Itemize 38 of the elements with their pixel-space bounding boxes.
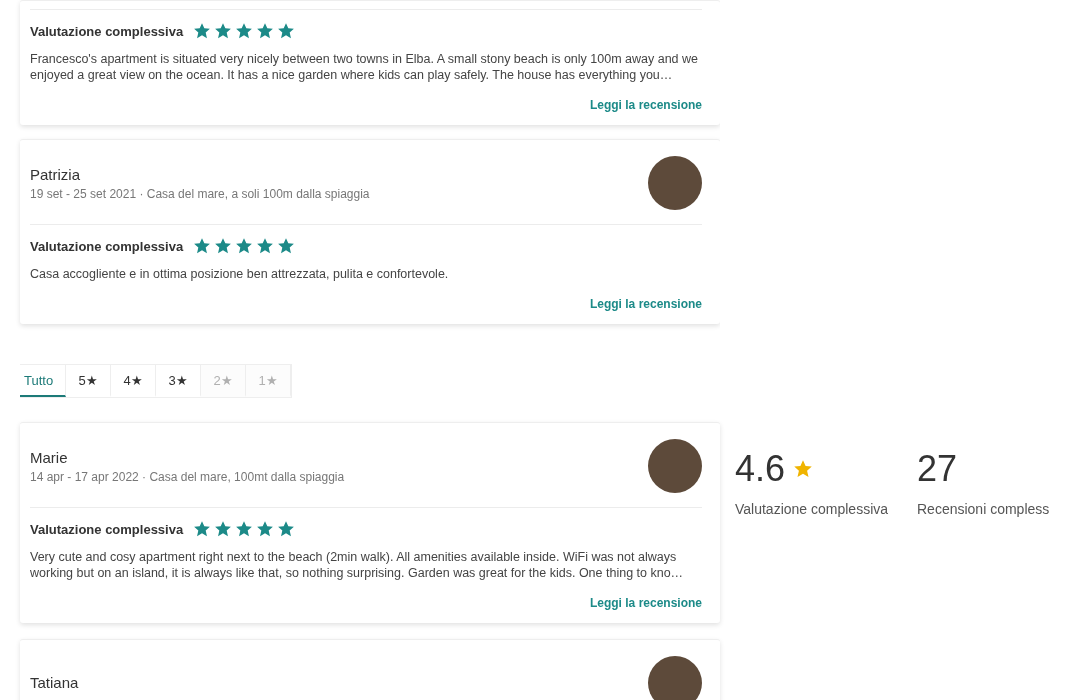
star-icon (277, 237, 296, 255)
reviewer-name: Patrizia (30, 165, 82, 185)
reviewer-name: Marie (30, 448, 69, 468)
star-icon (277, 22, 296, 40)
score-label: Valutazione complessiva (735, 500, 890, 518)
score-value: 4.6 (735, 448, 786, 490)
star-icon (235, 237, 254, 255)
star-icon (277, 520, 296, 538)
avatar-photo-placeholder (648, 156, 702, 210)
score-label: Recensioni compless (917, 500, 1051, 518)
stay-details: 14 apr - 17 apr 2022 · Casa del mare, 100mt dalla spiaggia (30, 470, 345, 484)
review-text: Francesco's apartment is situated very nicely between two towns in Elba. A small stony beach is only 100m away and we enjoyed a great view on the ocean. It has a nice garden where kids can play safely. The house has everything you… (30, 51, 699, 83)
star-icon (193, 237, 212, 255)
avatar-photo-placeholder (648, 439, 702, 493)
filter-tab[interactable]: Tutto (20, 365, 67, 397)
read-review-link[interactable]: Leggi la recensione (589, 297, 702, 311)
reviewer-name: Tatiana (30, 673, 79, 693)
review-text: Very cute and cosy apartment right next to the beach (2min walk). All amenities available inside. WiFi was not always working but on an island, it is always like that, so nothing surprising. Garden was great for the kids. One thing to kno… (30, 549, 685, 581)
star-icon (256, 237, 275, 255)
rating-label: Valutazione complessiva (30, 521, 184, 537)
star-icon (193, 22, 212, 40)
review-text: Casa accogliente e in ottima posizione ben attrezzata, pulita e confortevole. (30, 266, 450, 282)
star-icon (256, 22, 275, 40)
read-review-link[interactable]: Leggi la recensione (589, 98, 702, 112)
rating-label: Valutazione complessiva (30, 238, 184, 254)
star-icon (793, 459, 814, 479)
read-review-link[interactable]: Leggi la recensione (589, 596, 702, 610)
avatar-photo-placeholder (648, 656, 702, 700)
star-icon (214, 237, 233, 255)
rating-label: Valutazione complessiva (30, 23, 184, 39)
star-icon (256, 520, 275, 538)
review-count: 27 (917, 448, 958, 490)
star-icon (235, 22, 254, 40)
star-icon (214, 520, 233, 538)
stay-details: 19 set - 25 set 2021 · Casa del mare, a soli 100m dalla spiaggia (30, 187, 370, 201)
star-icon (193, 520, 212, 538)
star-icon (214, 22, 233, 40)
star-icon (235, 520, 254, 538)
